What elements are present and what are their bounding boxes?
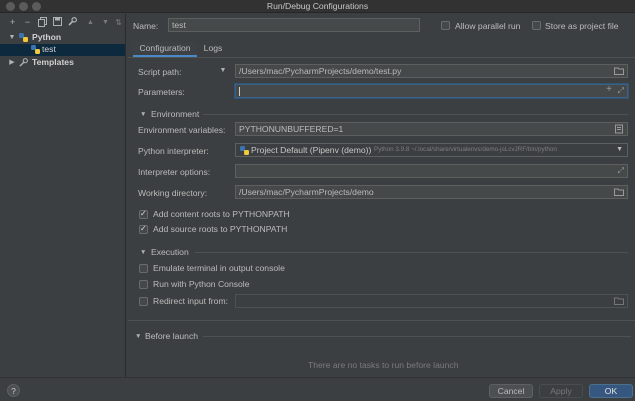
tree-item-templates[interactable]: ▶ Templates	[0, 57, 125, 69]
store-project-checkbox[interactable]	[532, 21, 541, 30]
tab-configuration[interactable]: Configuration	[133, 42, 197, 57]
before-launch-title: Before launch	[145, 331, 199, 341]
execution-divider	[195, 252, 628, 253]
redirect-input-label: Redirect input from:	[153, 296, 228, 306]
no-tasks-text: There are no tasks to run before launch	[308, 360, 459, 370]
interpreter-select[interactable]: Project Default (Pipenv (demo)) Python 3…	[235, 143, 628, 157]
execution-collapse-icon[interactable]: ▼	[140, 249, 146, 256]
move-down-icon[interactable]: ▼	[100, 17, 111, 28]
interp-options-input[interactable]: ⤢	[235, 164, 628, 178]
add-configuration-icon[interactable]: +	[7, 17, 18, 28]
name-label: Name:	[133, 21, 159, 31]
content-roots-checkbox[interactable]	[139, 209, 148, 219]
execution-section-title: Execution	[151, 247, 189, 257]
chevron-right-icon[interactable]: ▶	[8, 57, 16, 69]
redirect-input-field[interactable]	[235, 294, 628, 308]
wrench-icon[interactable]	[67, 16, 78, 28]
tree-item-test[interactable]: test	[0, 44, 125, 56]
workdir-label: Working directory:	[138, 188, 208, 198]
env-vars-input[interactable]: PYTHONUNBUFFERED=1	[235, 122, 628, 136]
tree-test-label: test	[42, 44, 56, 54]
expand-icon[interactable]: ⤢	[618, 85, 624, 97]
title-bar: Run/Debug Configurations	[0, 0, 635, 13]
wrench-icon	[19, 58, 28, 67]
environment-collapse-icon[interactable]: ▼	[140, 111, 146, 118]
dialog-footer: ? Cancel Apply OK	[0, 377, 635, 401]
chevron-down-icon[interactable]: ▼	[616, 144, 623, 156]
edit-env-icon[interactable]	[614, 124, 624, 134]
python-file-icon	[31, 45, 40, 54]
run-console-label: Run with Python Console	[153, 279, 250, 289]
allow-parallel-label: Allow parallel run	[455, 21, 521, 31]
apply-button[interactable]: Apply	[539, 384, 583, 398]
before-launch-title-divider	[203, 336, 631, 337]
before-launch-collapse-icon[interactable]: ▼	[135, 333, 141, 340]
parameters-input[interactable]: + ⤢	[235, 84, 628, 98]
source-roots-label: Add source roots to PYTHONPATH	[153, 224, 288, 234]
tree-item-python[interactable]: ▼ Python	[0, 32, 125, 44]
save-configuration-icon[interactable]	[52, 17, 63, 28]
script-path-label: Script path:	[138, 67, 182, 77]
python-icon	[19, 33, 28, 42]
script-type-dropdown-icon[interactable]: ▼	[219, 67, 227, 74]
copy-configuration-icon[interactable]	[37, 17, 48, 28]
folder-icon[interactable]	[614, 296, 624, 306]
chevron-down-icon[interactable]: ▼	[8, 32, 16, 44]
redirect-input-checkbox[interactable]	[139, 297, 148, 306]
help-icon[interactable]: ?	[7, 384, 20, 397]
config-tree-panel: + − ▲ ▼ ⇅ ▼ Python test ▶ Templates	[0, 14, 126, 377]
environment-divider	[203, 114, 628, 115]
workdir-input[interactable]: /Users/mac/PycharmProjects/demo	[235, 185, 628, 199]
store-project-label: Store as project file	[545, 21, 619, 31]
tree-python-label: Python	[32, 32, 62, 42]
move-up-icon[interactable]: ▲	[85, 17, 96, 28]
folder-icon[interactable]	[614, 66, 624, 76]
expand-icon[interactable]: ⤢	[618, 165, 624, 177]
script-path-value: /Users/mac/PycharmProjects/demo/test.py	[239, 66, 402, 76]
folder-icon[interactable]	[614, 187, 624, 197]
allow-parallel-checkbox[interactable]	[441, 21, 450, 30]
environment-section-title: Environment	[151, 109, 200, 119]
interpreter-label: Python interpreter:	[138, 146, 209, 156]
parameters-label: Parameters:	[138, 87, 185, 97]
window-title: Run/Debug Configurations	[266, 1, 369, 11]
interp-options-label: Interpreter options:	[138, 167, 211, 177]
env-vars-value: PYTHONUNBUFFERED=1	[239, 124, 344, 134]
tab-logs[interactable]: Logs	[200, 42, 226, 57]
ok-button[interactable]: OK	[589, 384, 633, 398]
interpreter-path: Python 3.9.8 ~/.local/share/virtualenvs/…	[374, 146, 557, 153]
tree-templates-label: Templates	[32, 57, 74, 67]
script-path-input[interactable]: /Users/mac/PycharmProjects/demo/test.py	[235, 64, 628, 78]
workdir-value: /Users/mac/PycharmProjects/demo	[239, 187, 374, 197]
run-console-checkbox[interactable]	[139, 280, 148, 289]
env-vars-label: Environment variables:	[138, 125, 226, 135]
content-roots-label: Add content roots to PYTHONPATH	[153, 209, 290, 219]
emulate-terminal-label: Emulate terminal in output console	[153, 263, 285, 273]
add-parameter-icon[interactable]: +	[606, 85, 612, 96]
python-icon	[240, 146, 249, 155]
emulate-terminal-checkbox[interactable]	[139, 264, 148, 273]
cancel-button[interactable]: Cancel	[489, 384, 533, 398]
sort-icon[interactable]: ⇅	[113, 17, 124, 28]
name-input[interactable]: test	[168, 18, 420, 32]
interpreter-value: Project Default (Pipenv (demo))	[251, 145, 372, 155]
text-cursor	[239, 87, 240, 97]
source-roots-checkbox[interactable]	[139, 224, 148, 234]
before-launch-divider	[128, 320, 635, 321]
remove-configuration-icon[interactable]: −	[22, 17, 33, 28]
tabs-divider	[128, 57, 635, 58]
